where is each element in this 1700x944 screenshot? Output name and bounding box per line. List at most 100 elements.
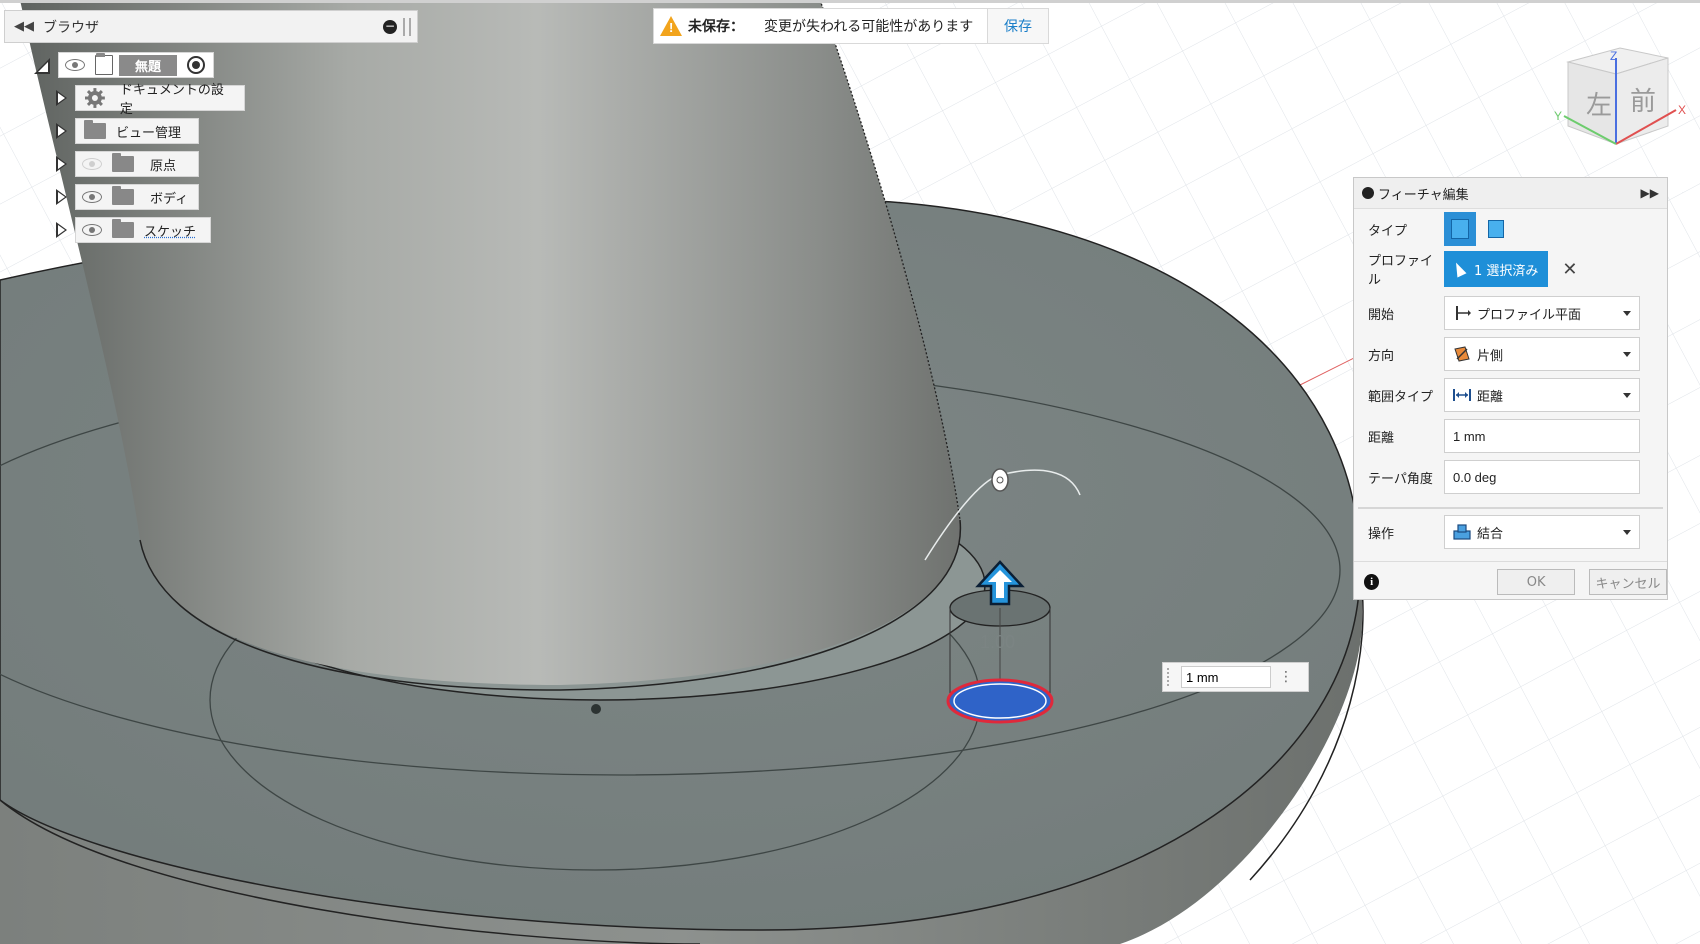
collapsed-arrow-icon[interactable] xyxy=(56,123,67,139)
viewcube-left-label: 左 xyxy=(1586,91,1612,121)
rotation-handle[interactable] xyxy=(991,468,1009,492)
chevron-down-icon xyxy=(1623,393,1631,398)
bodies-node[interactable]: ボディ xyxy=(75,184,199,210)
tree-item-label: ボディ xyxy=(150,191,189,207)
start-value: プロファイル平面 xyxy=(1477,307,1582,323)
gear-icon xyxy=(84,88,105,108)
unsaved-banner: 未保存： 変更が失われる可能性があります 保存 xyxy=(653,8,1049,44)
tree-item-label: ドキュメントの設定 xyxy=(119,83,224,117)
activate-component-icon[interactable] xyxy=(187,56,206,74)
profile-select-button[interactable]: 1 選択済み xyxy=(1444,251,1549,287)
folder-icon xyxy=(112,186,134,205)
view-management-node[interactable]: ビュー管理 xyxy=(75,118,199,144)
row-extent: 範囲タイプ 距離 xyxy=(1354,378,1667,412)
distance-value: 1 mm xyxy=(1453,428,1486,444)
warning-icon xyxy=(660,16,682,36)
distance-extent-icon xyxy=(1453,389,1471,401)
clear-selection-icon[interactable]: ✕ xyxy=(1562,259,1577,280)
tree-item-origin[interactable]: 原点 xyxy=(56,151,199,177)
collapse-panel-icon[interactable]: ◀◀ xyxy=(11,19,37,34)
cursor-icon xyxy=(1451,260,1467,278)
y-axis-label: Y xyxy=(1554,109,1562,123)
chevron-down-icon xyxy=(1623,530,1631,535)
dimension-label: 1.00 xyxy=(980,632,1015,652)
row-direction: 方向 片側 xyxy=(1354,337,1667,371)
save-button[interactable]: 保存 xyxy=(987,9,1048,43)
collapsed-arrow-icon[interactable] xyxy=(56,222,67,238)
profile-plane-icon xyxy=(1456,306,1471,320)
collapsed-arrow-icon[interactable] xyxy=(56,156,67,172)
document-settings-node[interactable]: ドキュメントの設定 xyxy=(75,83,245,117)
extent-value: 距離 xyxy=(1477,389,1504,405)
panel-divider xyxy=(1358,507,1663,509)
row-distance: 距離 1 mm xyxy=(1354,419,1667,453)
visibility-eye-off-icon[interactable] xyxy=(82,158,102,170)
viewcube-front-label: 前 xyxy=(1630,87,1656,117)
start-dropdown[interactable]: プロファイル平面 xyxy=(1444,296,1640,330)
sketches-node[interactable]: スケッチ xyxy=(75,217,211,243)
row-operation: 操作 結合 xyxy=(1354,515,1667,549)
origin-node[interactable]: 原点 xyxy=(75,151,199,177)
selected-profile[interactable] xyxy=(946,678,1054,724)
sketch-folder-icon xyxy=(112,219,134,238)
browser-title: ブラウザ xyxy=(43,19,99,36)
floating-distance-input[interactable] xyxy=(1181,666,1271,688)
tree-root[interactable]: 無題 xyxy=(32,52,215,78)
tree-item-document-settings[interactable]: ドキュメントの設定 xyxy=(56,83,245,117)
minimize-icon[interactable]: − xyxy=(383,19,397,34)
panel-grip-icon[interactable] xyxy=(403,17,411,36)
expand-panel-icon[interactable]: ▶▶ xyxy=(1641,186,1659,200)
row-type: タイプ xyxy=(1354,212,1667,246)
panel-header[interactable]: フィーチャ編集 ▶▶ xyxy=(1354,178,1667,209)
browser-panel-header[interactable]: ◀◀ ブラウザ − xyxy=(4,10,418,43)
distance-label: 距離 xyxy=(1368,430,1395,446)
operation-value: 結合 xyxy=(1477,526,1504,542)
visibility-eye-icon[interactable] xyxy=(82,224,102,236)
operation-dropdown[interactable]: 結合 xyxy=(1444,515,1640,549)
collapsed-arrow-icon[interactable] xyxy=(56,189,67,205)
distance-input[interactable]: 1 mm xyxy=(1444,419,1640,453)
row-taper: テーパ角度 0.0 deg xyxy=(1354,460,1667,494)
direction-value: 片側 xyxy=(1477,348,1504,364)
floating-distance-box: ⋮ xyxy=(1162,662,1309,692)
one-side-direction-icon xyxy=(1454,346,1470,362)
collapsed-arrow-icon[interactable] xyxy=(56,90,67,106)
viewcube[interactable]: 左 前 Z X Y xyxy=(1550,40,1690,160)
taper-value: 0.0 deg xyxy=(1453,469,1497,485)
start-label: 開始 xyxy=(1368,307,1395,323)
extent-label: 範囲タイプ xyxy=(1368,389,1434,405)
row-actions: i OK キャンセル xyxy=(1354,569,1667,595)
row-start: 開始 プロファイル平面 xyxy=(1354,296,1667,330)
tree-item-view-management[interactable]: ビュー管理 xyxy=(56,118,199,144)
thin-extrude-icon xyxy=(1488,220,1504,238)
taper-angle-input[interactable]: 0.0 deg xyxy=(1444,460,1640,494)
type-thin-button[interactable] xyxy=(1480,212,1512,246)
panel-minimize-icon[interactable] xyxy=(1362,187,1374,199)
tree-item-bodies[interactable]: ボディ xyxy=(56,184,199,210)
info-icon[interactable]: i xyxy=(1364,574,1380,590)
tree-item-label: 原点 xyxy=(150,158,177,174)
type-label: タイプ xyxy=(1368,223,1408,239)
direction-label: 方向 xyxy=(1368,348,1395,364)
root-component-node[interactable]: 無題 xyxy=(58,52,215,78)
join-operation-icon xyxy=(1453,524,1471,540)
folder-icon xyxy=(84,120,106,139)
z-axis-label: Z xyxy=(1610,49,1617,63)
chevron-down-icon xyxy=(1623,311,1631,316)
drag-grip-icon[interactable] xyxy=(1167,668,1175,686)
visibility-eye-icon[interactable] xyxy=(82,191,102,203)
direction-dropdown[interactable]: 片側 xyxy=(1444,337,1640,371)
type-solid-button[interactable] xyxy=(1444,212,1476,246)
visibility-eye-icon[interactable] xyxy=(65,59,85,71)
taper-label: テーパ角度 xyxy=(1368,471,1433,487)
profile-label: プロファイル xyxy=(1368,254,1434,288)
cancel-button[interactable]: キャンセル xyxy=(1589,569,1667,595)
expanded-arrow-icon[interactable] xyxy=(32,56,50,74)
extent-dropdown[interactable]: 距離 xyxy=(1444,378,1640,412)
more-options-icon[interactable]: ⋮ xyxy=(1279,669,1293,685)
ok-button[interactable]: OK xyxy=(1497,569,1576,595)
solid-body-icon xyxy=(1451,219,1469,239)
row-profile: プロファイル 1 選択済み ✕ xyxy=(1354,250,1667,288)
panel-title: フィーチャ編集 xyxy=(1378,187,1469,203)
tree-item-sketches[interactable]: スケッチ xyxy=(56,217,211,243)
